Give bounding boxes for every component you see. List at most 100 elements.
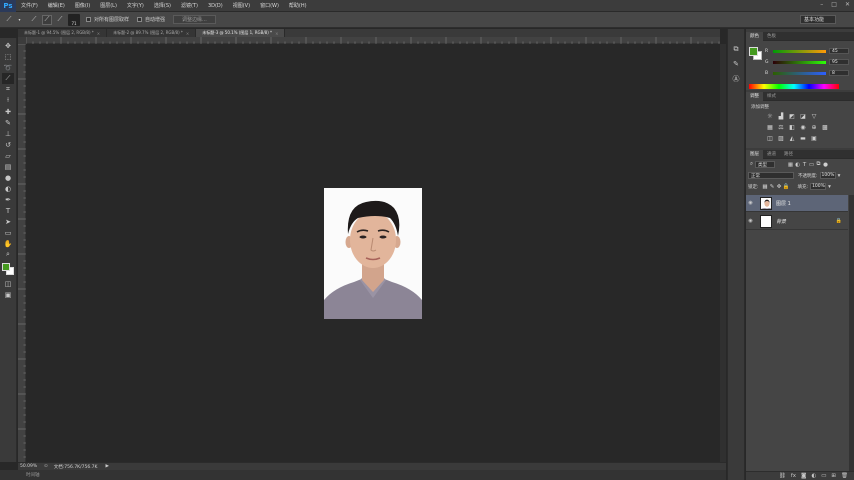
link-layers-icon[interactable]: ⛓ <box>779 473 786 479</box>
color-balance-icon[interactable]: ⚖ <box>777 124 785 131</box>
brush-tool-icon[interactable]: ✎ <box>2 117 14 128</box>
add-mask-icon[interactable]: ◙ <box>801 473 806 479</box>
black-white-icon[interactable]: ◧ <box>788 124 796 131</box>
green-slider[interactable] <box>773 60 826 64</box>
menu-3d[interactable]: 3D(D) <box>203 3 228 9</box>
screen-mode-icon[interactable]: ▣ <box>2 289 14 300</box>
smart-object-filter-icon[interactable]: ⧉ <box>815 161 822 168</box>
document-image[interactable] <box>324 188 422 319</box>
eyedropper-tool-icon[interactable]: ⟊ <box>2 95 14 106</box>
eraser-tool-icon[interactable]: ▱ <box>2 150 14 161</box>
close-icon[interactable]: × <box>97 31 100 36</box>
layer-name[interactable]: 背景 <box>776 218 786 225</box>
brush-panel-icon[interactable]: Ⓐ <box>730 73 742 85</box>
tab-paths[interactable]: 路径 <box>780 150 797 159</box>
ruler-origin[interactable] <box>18 37 26 44</box>
tab-swatches[interactable]: 色板 <box>763 32 780 41</box>
menu-type[interactable]: 文字(Y) <box>122 2 149 9</box>
properties-panel-icon[interactable]: ✎ <box>730 58 742 70</box>
layer-row-layer-1[interactable]: ◉ 图层 1 <box>746 195 848 212</box>
menu-filter[interactable]: 滤镜(T) <box>176 2 203 9</box>
new-adjustment-layer-icon[interactable]: ◐ <box>811 473 816 479</box>
subtract-from-selection-icon[interactable]: ⟋ <box>55 15 65 25</box>
hue-saturation-icon[interactable]: ▦ <box>766 124 774 131</box>
lock-all-icon[interactable]: 🔒 <box>783 183 790 190</box>
menu-layer[interactable]: 图层(L) <box>95 2 122 9</box>
green-value[interactable]: 95 <box>829 59 849 65</box>
tab-color[interactable]: 颜色 <box>746 31 763 41</box>
layer-name[interactable]: 图层 1 <box>776 200 791 207</box>
healing-brush-tool-icon[interactable]: ✚ <box>2 106 14 117</box>
color-spectrum[interactable] <box>749 84 839 89</box>
posterize-icon[interactable]: ▨ <box>777 135 785 142</box>
clone-stamp-tool-icon[interactable]: ⊥ <box>2 128 14 139</box>
invert-icon[interactable]: ◫ <box>766 135 774 142</box>
exposure-icon[interactable]: ◪ <box>799 113 807 120</box>
maximize-button[interactable]: □ <box>831 1 837 8</box>
lasso-tool-icon[interactable]: ➰ <box>2 62 14 73</box>
marquee-tool-icon[interactable]: ⬚ <box>2 51 14 62</box>
shape-tool-icon[interactable]: ▭ <box>2 227 14 238</box>
close-window-button[interactable]: ✕ <box>845 1 850 8</box>
color-swatch[interactable] <box>1 262 15 276</box>
lock-pixels-icon[interactable]: ✎ <box>769 183 776 190</box>
shape-filter-icon[interactable]: ▭ <box>808 161 815 168</box>
color-lookup-icon[interactable]: ▩ <box>821 124 829 131</box>
pixel-filter-icon[interactable]: ▦ <box>787 161 794 168</box>
tab-layers[interactable]: 图层 <box>746 149 763 159</box>
menu-file[interactable]: 文件(F) <box>16 2 43 9</box>
type-tool-icon[interactable]: T <box>2 205 14 216</box>
new-selection-icon[interactable]: ⟋ <box>29 15 39 25</box>
quick-selection-tool-icon[interactable]: ⟋ <box>2 73 14 84</box>
zoom-level[interactable]: 50.09% <box>20 464 42 469</box>
chevron-down-icon[interactable]: ▾ <box>17 15 22 25</box>
move-tool-icon[interactable]: ✥ <box>2 40 14 51</box>
vertical-ruler[interactable] <box>18 43 26 462</box>
quick-mask-icon[interactable]: ◫ <box>2 278 14 289</box>
layer-row-background[interactable]: ◉ 背景 🔒 <box>746 213 848 230</box>
hand-tool-icon[interactable]: ✋ <box>2 238 14 249</box>
vertical-scrollbar[interactable] <box>720 44 726 462</box>
zoom-tool-icon[interactable]: ⌕ <box>2 249 14 260</box>
channel-mixer-icon[interactable]: ⊕ <box>810 124 818 131</box>
lock-icon[interactable]: 🔒 <box>836 218 842 224</box>
trash-icon[interactable]: 🗑 <box>841 473 848 479</box>
blue-value[interactable]: 8 <box>829 70 849 76</box>
history-brush-tool-icon[interactable]: ↺ <box>2 139 14 150</box>
new-layer-icon[interactable]: ⊞ <box>831 473 836 479</box>
selective-color-icon[interactable]: ▣ <box>810 135 818 142</box>
brush-size-picker[interactable]: 71 <box>68 13 80 26</box>
workspace-select[interactable]: 基本功能 <box>800 15 836 24</box>
sample-all-layers-checkbox[interactable]: 对所有图层取样 <box>86 16 129 23</box>
levels-icon[interactable]: ▟ <box>777 113 785 120</box>
menu-help[interactable]: 帮助(H) <box>284 2 312 9</box>
add-to-selection-icon[interactable]: ⟋ <box>42 14 52 25</box>
auto-enhance-checkbox[interactable]: 自动增强 <box>137 16 165 23</box>
menu-image[interactable]: 图像(I) <box>70 2 95 9</box>
layers-scrollbar[interactable] <box>849 195 854 475</box>
status-menu-arrow-icon[interactable]: ▶ <box>105 464 108 469</box>
menu-window[interactable]: 窗口(W) <box>255 2 284 9</box>
eye-icon[interactable]: ◉ <box>746 218 755 224</box>
timeline-label[interactable]: 时间轴 <box>26 472 40 478</box>
opacity-input[interactable]: 100% <box>819 172 836 179</box>
document-tab[interactable]: 未标题-1 @ 94.5% (图层 2, RGB/8) * × <box>18 29 108 37</box>
tab-styles[interactable]: 样式 <box>763 92 780 101</box>
quick-selection-tool-icon[interactable]: ⟋ <box>4 15 14 25</box>
red-value[interactable]: 45 <box>829 48 849 54</box>
refine-edge-button[interactable]: 调整边缘... <box>173 15 216 24</box>
path-selection-tool-icon[interactable]: ➤ <box>2 216 14 227</box>
tab-adjustments[interactable]: 调整 <box>746 91 763 101</box>
panel-foreground-color[interactable] <box>749 47 758 56</box>
menu-view[interactable]: 视图(V) <box>228 2 255 9</box>
blend-mode-select[interactable]: 正常 <box>748 172 794 179</box>
filter-toggle-icon[interactable]: ● <box>822 161 829 168</box>
eye-icon[interactable]: ◉ <box>746 200 755 206</box>
layer-kind-select[interactable]: 类型 <box>755 161 775 168</box>
lock-position-icon[interactable]: ✥ <box>776 183 783 190</box>
brightness-icon[interactable]: ☼ <box>766 113 774 120</box>
horizontal-ruler[interactable] <box>25 37 720 44</box>
status-icon[interactable]: ⊙ <box>44 464 48 469</box>
crop-tool-icon[interactable]: ⌗ <box>2 84 14 95</box>
photo-filter-icon[interactable]: ◉ <box>799 124 807 131</box>
